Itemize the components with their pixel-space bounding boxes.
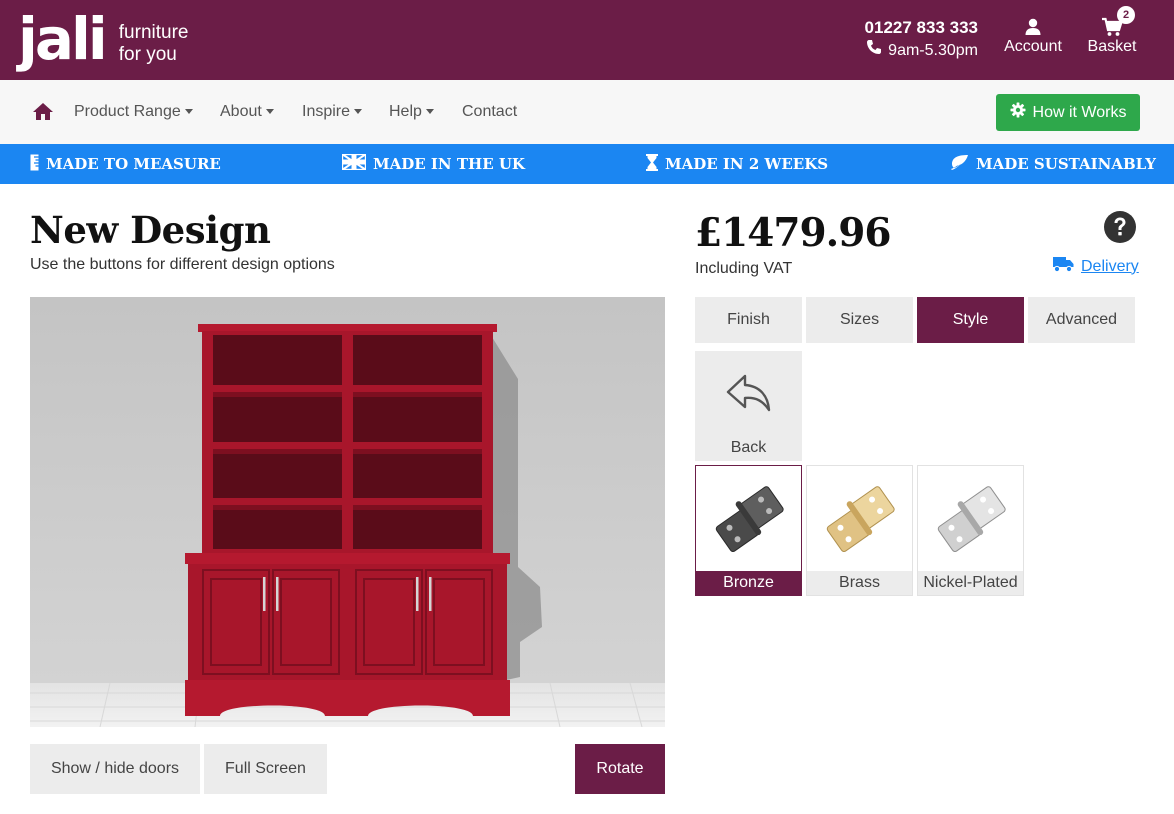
nickel-hinge-icon: [918, 466, 1023, 571]
bronze-hinge-icon: [696, 466, 801, 571]
help-icon[interactable]: [1104, 211, 1136, 248]
tab-finish[interactable]: Finish: [695, 297, 802, 343]
basket-label: Basket: [1087, 38, 1137, 55]
nav-help[interactable]: Help: [389, 102, 434, 122]
usp-made-in-2-weeks: MADE IN 2 WEEKS: [646, 144, 828, 184]
hours-text: 9am-5.30pm: [888, 42, 978, 59]
jali-logo[interactable]: jali furniture for you: [18, 10, 188, 68]
tab-advanced[interactable]: Advanced: [1028, 297, 1135, 343]
vat-note: Including VAT: [695, 260, 793, 277]
phone-icon: [866, 39, 882, 63]
nav-about-label: About: [220, 103, 262, 120]
nav-product-range-label: Product Range: [74, 103, 181, 120]
chevron-down-icon: [354, 109, 363, 115]
back-button[interactable]: Back: [695, 351, 802, 461]
nav-about[interactable]: About: [220, 102, 274, 122]
option-label: Nickel-Plated: [918, 571, 1023, 595]
uk-flag-icon: [341, 153, 367, 174]
option-label: Bronze: [696, 571, 801, 595]
chevron-down-icon: [265, 109, 274, 115]
nav-contact[interactable]: Contact: [462, 102, 517, 122]
delivery-link[interactable]: Delivery: [1053, 256, 1139, 277]
page-subtitle: Use the buttons for different design opt…: [30, 256, 335, 273]
hourglass-icon: [646, 153, 658, 175]
nav-product-range[interactable]: Product Range: [74, 102, 193, 122]
logo-tagline-line-2: for you: [118, 44, 177, 65]
nav-contact-label: Contact: [462, 103, 518, 120]
site-header: jali furniture for you 01227 833 333 9am…: [0, 0, 1174, 80]
nav-inspire-label: Inspire: [302, 103, 351, 120]
option-label: Brass: [807, 571, 912, 595]
gear-icon: [1010, 102, 1026, 123]
delivery-label: Delivery: [1081, 257, 1139, 275]
logo-tagline: furniture for you: [119, 22, 189, 68]
usp-label: MADE IN THE UK: [373, 155, 525, 173]
how-it-works-button[interactable]: How it Works: [996, 94, 1140, 131]
back-arrow-icon: [725, 373, 773, 420]
truck-icon: [1053, 256, 1074, 277]
phone-number[interactable]: 01227 833 333: [865, 17, 978, 39]
usp-label: MADE IN 2 WEEKS: [665, 155, 829, 173]
basket-link[interactable]: 2 Basket: [1086, 6, 1138, 56]
show-hide-doors-button[interactable]: Show / hide doors: [30, 744, 200, 794]
nav-help-label: Help: [389, 103, 422, 120]
usp-made-to-measure: MADE TO MEASURE: [30, 144, 221, 184]
page-title: New Design: [30, 208, 271, 252]
design-preview-viewer[interactable]: [30, 297, 665, 727]
price: £1479.96: [695, 210, 892, 256]
how-it-works-label: How it Works: [1032, 103, 1127, 121]
ruler-icon: [30, 154, 39, 175]
logo-wordmark: jali: [18, 5, 108, 73]
dresser-preview-image: [30, 297, 665, 727]
home-icon[interactable]: [32, 102, 54, 126]
tab-style[interactable]: Style: [917, 297, 1024, 343]
back-label: Back: [730, 439, 767, 456]
chevron-down-icon: [184, 109, 193, 115]
tab-sizes[interactable]: Sizes: [806, 297, 913, 343]
option-nickel-plated[interactable]: Nickel-Plated: [917, 465, 1024, 596]
account-link[interactable]: Account: [1003, 16, 1063, 56]
logo-tagline-line-1: furniture: [118, 22, 189, 43]
usp-label: MADE SUSTAINABLY: [976, 155, 1156, 173]
opening-hours: 9am-5.30pm: [865, 39, 978, 63]
rotate-button[interactable]: Rotate: [575, 744, 665, 794]
option-bronze[interactable]: Bronze: [695, 465, 802, 596]
chevron-down-icon: [425, 109, 434, 115]
usp-label: MADE TO MEASURE: [46, 155, 221, 173]
main-nav: Product Range About Inspire Help Contact…: [0, 80, 1174, 144]
usp-strip: MADE TO MEASURE MADE IN THE UK MADE IN 2…: [0, 144, 1174, 184]
nav-inspire[interactable]: Inspire: [302, 102, 363, 122]
basket-count-badge: 2: [1117, 6, 1135, 24]
full-screen-button[interactable]: Full Screen: [204, 744, 327, 794]
usp-made-in-uk: MADE IN THE UK: [341, 144, 525, 184]
leaf-icon: [949, 154, 969, 175]
usp-made-sustainably: MADE SUSTAINABLY: [949, 144, 1156, 184]
cart-icon: 2: [1086, 6, 1138, 38]
contact-phone[interactable]: 01227 833 333 9am-5.30pm: [865, 17, 978, 63]
user-icon: [1003, 16, 1063, 38]
option-brass[interactable]: Brass: [806, 465, 913, 596]
brass-hinge-icon: [807, 466, 912, 571]
account-label: Account: [1004, 38, 1062, 55]
